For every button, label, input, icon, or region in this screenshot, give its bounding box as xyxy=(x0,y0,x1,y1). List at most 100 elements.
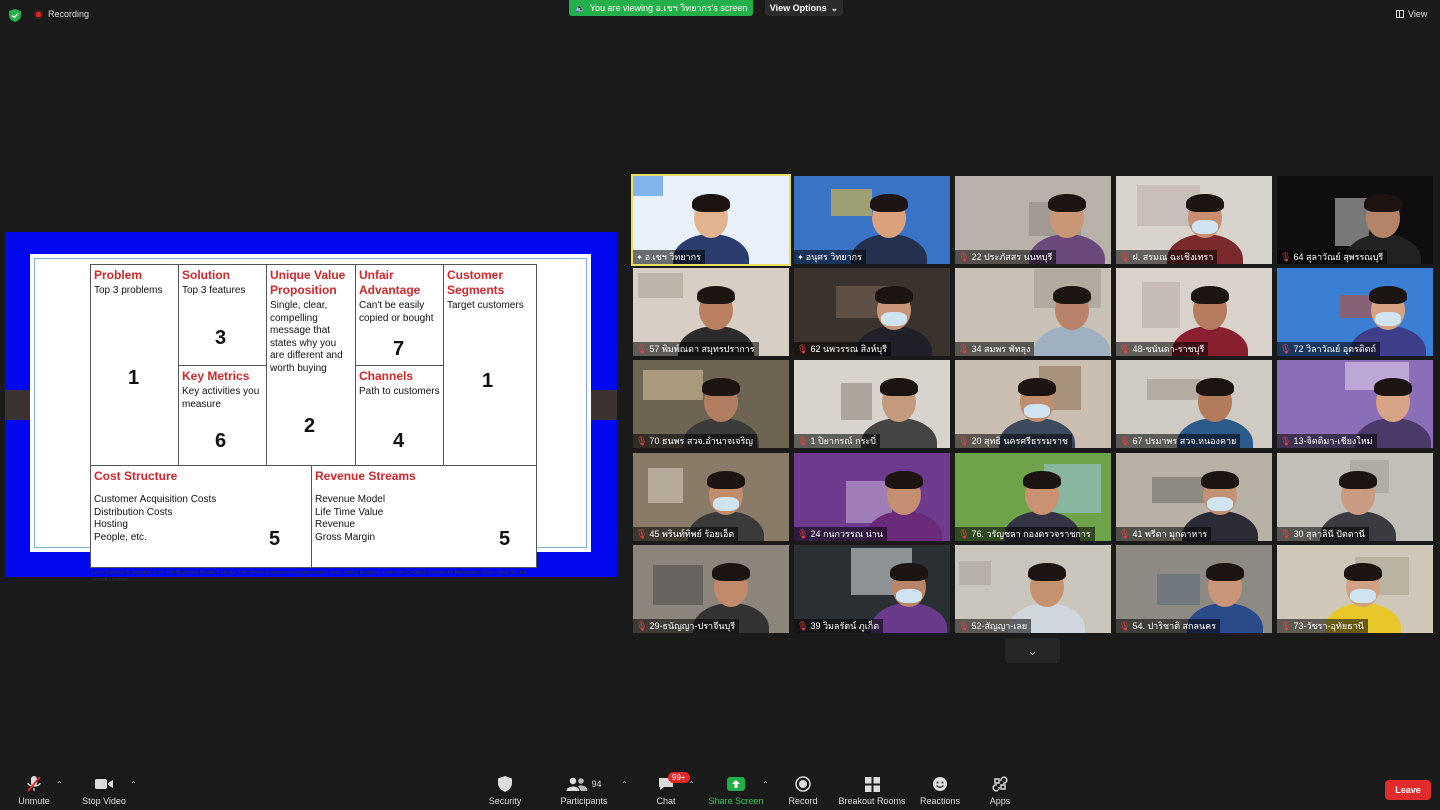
participant-video-tile[interactable]: 🎙 ฝ. สรมณ ฉะเชิงเทรา xyxy=(1116,176,1272,264)
canvas-uvp: Unique Value Proposition Single, clear, … xyxy=(266,264,356,466)
participant-video-tile[interactable]: 🎙 34 สมพร พัทลุง xyxy=(955,268,1111,356)
security-button[interactable]: Security xyxy=(485,768,525,810)
participants-count: 94 xyxy=(591,779,602,789)
participant-video-tile[interactable]: 🎙 29-ธนัญญา-ปราจีนบุรี xyxy=(633,545,789,633)
face-mask xyxy=(881,312,907,326)
participant-video-tile[interactable]: 🎙 48-ชนันดา-ราชบุรี xyxy=(1116,268,1272,356)
viewing-screen-text: You are viewing อ.เชฯ วิทยากร's screen xyxy=(589,3,748,13)
muted-microphone-icon: 🎙 xyxy=(1280,343,1292,354)
video-background xyxy=(653,565,703,605)
participant-video-tile[interactable]: 🎙 64 สุลาวัณย์ สุพรรณบุรี xyxy=(1277,176,1433,264)
view-options-button[interactable]: View Options ⌄ xyxy=(765,0,843,16)
participant-hair xyxy=(712,563,750,581)
apps-button[interactable]: Apps xyxy=(984,768,1016,810)
participant-video-tile[interactable]: 🎙 20 สุทธิ นครศรีธรรมราช xyxy=(955,360,1111,448)
audio-options-caret-icon[interactable]: ⌃ xyxy=(56,780,63,789)
participant-video-tile[interactable]: 🎙 54. ปาริชาติ สกลนคร xyxy=(1116,545,1272,633)
participant-video-tile[interactable]: 🎙 30 สุลาลินี ปัตตานี xyxy=(1277,453,1433,541)
participant-name: 45 พรินท์ทิพย์ ร้อยเอ็ด xyxy=(649,529,735,539)
participant-name-tag: 🎙 13-จิตติมา-เชียงใหม่ xyxy=(1277,434,1377,448)
zoom-meeting-window: Recording 🔈 You are viewing อ.เชฯ วิทยาก… xyxy=(0,0,1440,810)
canvas-customer-segments: Customer Segments Target customers 1 xyxy=(443,264,537,466)
participant-name-tag: 🎙 24 กนกวรรณ น่าน xyxy=(794,527,887,541)
participant-hair xyxy=(1018,378,1056,396)
breakout-rooms-label: Breakout Rooms xyxy=(838,796,906,806)
participant-hair xyxy=(1196,378,1234,396)
participant-video-tile[interactable]: 🎙 24 กนกวรรณ น่าน xyxy=(794,453,950,541)
view-button[interactable]: View xyxy=(1396,9,1427,19)
participant-video-tile[interactable]: 🎙 67 ปรมาพร สวจ.หนองคาย xyxy=(1116,360,1272,448)
security-shield-icon[interactable] xyxy=(9,9,21,22)
participants-label: Participants xyxy=(560,796,608,806)
participant-video-tile[interactable]: ✦ อนุศร วิทยากร xyxy=(794,176,950,264)
participant-name-tag: 🎙 54. ปาริชาติ สกลนคร xyxy=(1116,619,1221,633)
participant-video-tile[interactable]: 🎙 72 วิลาวัณย์ อุตรดิตถ์ xyxy=(1277,268,1433,356)
view-options-label: View Options xyxy=(769,3,827,13)
chat-options-caret-icon[interactable]: ⌃ xyxy=(688,780,695,789)
participant-name: 62 นพวรรณ สิงห์บุรี xyxy=(810,344,887,354)
participant-hair xyxy=(890,563,928,581)
video-options-caret-icon[interactable]: ⌃ xyxy=(130,780,137,789)
participants-options-caret-icon[interactable]: ⌃ xyxy=(621,780,628,789)
participant-video-tile[interactable]: 🎙 45 พรินท์ทิพย์ ร้อยเอ็ด xyxy=(633,453,789,541)
leave-button[interactable]: Leave xyxy=(1385,780,1431,800)
participant-video-tile[interactable]: ✦ อ.เชฯ วิทยากร xyxy=(631,174,791,266)
lean-canvas: Problem Top 3 problems 1 Solution Top 3 … xyxy=(90,264,537,583)
participant-hair xyxy=(1048,194,1086,212)
participant-name: 73-วัชรา-อุทัยธานี xyxy=(1293,621,1364,631)
participant-video-tile[interactable]: 🎙 70 ธนพร สวจ.อำนาจเจริญ xyxy=(633,360,789,448)
participant-video-tile[interactable]: 🎙 52-สัญญา-เลย xyxy=(955,545,1111,633)
participant-hair xyxy=(1206,563,1244,581)
muted-microphone-icon: 🎙 xyxy=(636,528,648,539)
participant-video-tile[interactable]: 🎙 73-วัชรา-อุทัยธานี xyxy=(1277,545,1433,633)
record-button[interactable]: Record xyxy=(786,768,820,810)
participants-button[interactable]: 94 Participants xyxy=(558,768,610,810)
next-page-button[interactable]: ⌄ xyxy=(1005,638,1060,663)
participant-video-tile[interactable]: 🎙 13-จิตติมา-เชียงใหม่ xyxy=(1277,360,1433,448)
problem-number: 1 xyxy=(128,367,140,389)
muted-microphone-icon: 🎙 xyxy=(958,251,970,262)
participant-hair xyxy=(875,286,913,304)
participant-name-tag: 🎙 ฝ. สรมณ ฉะเชิงเทรา xyxy=(1116,250,1218,264)
reactions-button[interactable]: Reactions xyxy=(918,768,962,810)
participant-video-tile[interactable]: 🎙 22 ประภัสสร นนทบุรี xyxy=(955,176,1111,264)
unmute-button[interactable]: Unmute xyxy=(14,768,54,810)
participant-name: อนุศร วิทยากร xyxy=(805,252,862,262)
participant-name: 22 ประภัสสร นนทบุรี xyxy=(971,252,1053,262)
participant-hair xyxy=(1186,194,1224,212)
segments-title: Customer Segments xyxy=(447,268,505,297)
stop-video-button[interactable]: Stop Video xyxy=(78,768,130,810)
face-mask xyxy=(1207,497,1233,511)
video-background xyxy=(648,468,683,503)
participant-video-tile[interactable]: 🎙 39 วิมลรัตน์ ภูเก็ต xyxy=(794,545,950,633)
participant-name-tag: ✦ อนุศร วิทยากร xyxy=(794,250,866,264)
canvas-revenue-streams: Revenue Streams Revenue Model Life Time … xyxy=(311,465,537,568)
participant-name-tag: 🎙 22 ประภัสสร นนทบุรี xyxy=(955,250,1057,264)
security-shield-icon xyxy=(494,775,516,793)
muted-microphone-icon: 🎙 xyxy=(958,528,970,539)
participant-video-tile[interactable]: 🎙 1 ปิยากรณ์ กระบี่ xyxy=(794,360,950,448)
participant-name-tag: 🎙 76. วรัญชลา กองตรวจราชการ xyxy=(955,527,1095,541)
participant-video-tile[interactable]: 🎙 62 นพวรรณ สิงห์บุรี xyxy=(794,268,950,356)
recording-indicator[interactable]: Recording xyxy=(34,9,89,19)
participant-video-tile[interactable]: 🎙 57 พิมพ์ณดา สมุทรปราการ xyxy=(633,268,789,356)
share-options-caret-icon[interactable]: ⌃ xyxy=(762,780,769,789)
participant-video-tile[interactable]: 🎙 41 พรีดา มุกดาหาร xyxy=(1116,453,1272,541)
canvas-unfair-advantage: Unfair Advantage Can't be easily copied … xyxy=(355,264,444,366)
cost-line: Customer Acquisition Costs xyxy=(94,494,217,505)
segments-number: 1 xyxy=(482,370,494,392)
revenue-line: Life Time Value xyxy=(315,506,384,518)
spotlight-icon: ✦ xyxy=(797,252,804,262)
share-screen-button[interactable]: Share Screen xyxy=(708,768,764,810)
participant-name-tag: 🎙 20 สุทธิ นครศรีธรรมราช xyxy=(955,434,1073,448)
breakout-rooms-button[interactable]: Breakout Rooms xyxy=(837,768,907,810)
canvas-solution: Solution Top 3 features 3 xyxy=(178,264,267,366)
participant-video-tile[interactable]: 🎙 76. วรัญชลา กองตรวจราชการ xyxy=(955,453,1111,541)
participant-name: 1 ปิยากรณ์ กระบี่ xyxy=(810,436,876,446)
participant-hair xyxy=(707,471,745,489)
participant-name-tag: 🎙 57 พิมพ์ณดา สมุทรปราการ xyxy=(633,342,759,356)
muted-microphone-icon: 🎙 xyxy=(1280,251,1292,262)
security-label: Security xyxy=(488,796,522,806)
muted-microphone-icon: 🎙 xyxy=(636,620,648,631)
chat-unread-badge: 99+ xyxy=(668,772,690,783)
